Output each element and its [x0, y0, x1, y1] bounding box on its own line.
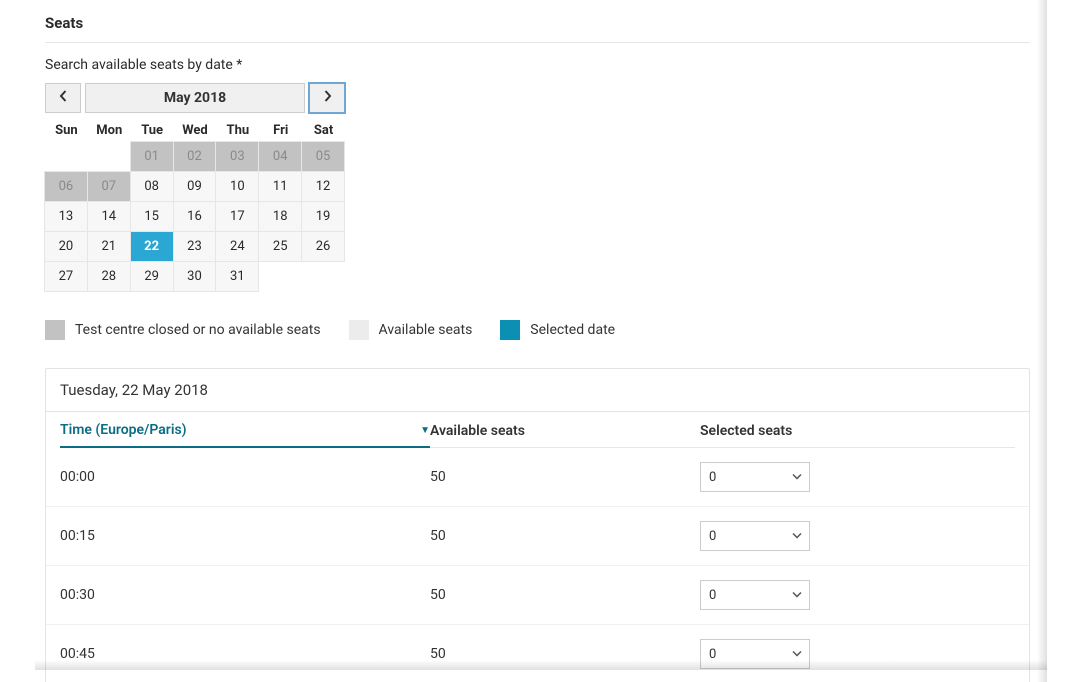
calendar: May 2018 SunMonTueWedThuFriSat 010203040…	[45, 83, 345, 292]
calendar-weekday: Thu	[216, 119, 259, 142]
slot-time: 00:00	[60, 469, 430, 485]
calendar-day[interactable]: 10	[215, 171, 259, 202]
calendar-header: May 2018	[45, 83, 345, 113]
calendar-day[interactable]: 28	[87, 261, 131, 292]
calendar-day[interactable]: 07	[87, 171, 131, 202]
calendar-day[interactable]: 06	[44, 171, 88, 202]
calendar-month-label: May 2018	[85, 83, 305, 113]
legend-available: Available seats	[349, 320, 473, 340]
legend-available-swatch	[349, 320, 369, 340]
calendar-day[interactable]: 15	[130, 201, 174, 232]
calendar-legend: Test centre closed or no available seats…	[45, 320, 1030, 340]
calendar-day[interactable]: 24	[215, 231, 259, 262]
slot-time: 00:15	[60, 528, 430, 544]
seats-page: Seats Search available seats by date * M…	[0, 0, 1075, 682]
calendar-day[interactable]: 23	[173, 231, 217, 262]
legend-selected-swatch	[500, 320, 520, 340]
calendar-day[interactable]: 13	[44, 201, 88, 232]
slot-time: 00:30	[60, 587, 430, 603]
slot-row: 00:00500	[46, 448, 1029, 506]
calendar-day[interactable]: 17	[215, 201, 259, 232]
calendar-day[interactable]: 11	[258, 171, 302, 202]
calendar-day[interactable]: 16	[173, 201, 217, 232]
calendar-weekday: Tue	[131, 119, 174, 142]
seats-select[interactable]: 0	[700, 462, 810, 492]
column-time-label: Time (Europe/Paris)	[60, 422, 187, 438]
slot-available: 50	[430, 469, 700, 485]
legend-selected: Selected date	[500, 320, 615, 340]
calendar-weekday: Sun	[45, 119, 88, 142]
slot-selected-cell: 0	[700, 580, 1015, 610]
calendar-day[interactable]: 26	[301, 231, 345, 262]
shadow-right	[1037, 0, 1047, 682]
calendar-day[interactable]: 27	[44, 261, 88, 292]
legend-selected-label: Selected date	[530, 322, 615, 338]
calendar-empty-cell	[87, 141, 131, 172]
slot-row: 00:45500	[46, 624, 1029, 682]
calendar-day[interactable]: 31	[215, 261, 259, 292]
search-label: Search available seats by date *	[45, 57, 1030, 73]
calendar-day[interactable]: 29	[130, 261, 174, 292]
calendar-weekday: Wed	[174, 119, 217, 142]
calendar-day[interactable]: 19	[301, 201, 345, 232]
calendar-prev-button[interactable]	[45, 83, 81, 113]
calendar-day[interactable]: 30	[173, 261, 217, 292]
calendar-day[interactable]: 18	[258, 201, 302, 232]
calendar-empty-cell	[44, 141, 88, 172]
calendar-day[interactable]: 12	[301, 171, 345, 202]
calendar-day[interactable]: 09	[173, 171, 217, 202]
slot-row: 00:30500	[46, 565, 1029, 624]
calendar-weekday: Sat	[302, 119, 345, 142]
slot-selected-cell: 0	[700, 521, 1015, 551]
slot-available: 50	[430, 587, 700, 603]
calendar-weekday: Mon	[88, 119, 131, 142]
caret-down-icon: ▼	[420, 425, 430, 436]
slot-row: 00:15500	[46, 506, 1029, 565]
slots-panel: Tuesday, 22 May 2018 Time (Europe/Paris)…	[45, 368, 1030, 682]
chevron-left-icon	[59, 90, 68, 106]
divider	[45, 42, 1030, 43]
slot-selected-cell: 0	[700, 462, 1015, 492]
legend-closed-swatch	[45, 320, 65, 340]
calendar-weekday-row: SunMonTueWedThuFriSat	[45, 119, 345, 142]
calendar-day[interactable]: 02	[173, 141, 217, 172]
calendar-day[interactable]: 25	[258, 231, 302, 262]
legend-available-label: Available seats	[379, 322, 473, 338]
calendar-day[interactable]: 01	[130, 141, 174, 172]
column-selected: Selected seats	[700, 423, 1015, 448]
calendar-day[interactable]: 03	[215, 141, 259, 172]
calendar-day[interactable]: 04	[258, 141, 302, 172]
calendar-next-button[interactable]	[309, 83, 345, 113]
seats-select[interactable]: 0	[700, 521, 810, 551]
calendar-day[interactable]: 21	[87, 231, 131, 262]
calendar-day[interactable]: 08	[130, 171, 174, 202]
calendar-day[interactable]: 20	[44, 231, 88, 262]
seats-select[interactable]: 0	[700, 580, 810, 610]
column-time[interactable]: Time (Europe/Paris) ▼	[60, 422, 430, 448]
calendar-day[interactable]: 14	[87, 201, 131, 232]
calendar-day[interactable]: 05	[301, 141, 345, 172]
slot-available: 50	[430, 528, 700, 544]
section-title: Seats	[45, 0, 1030, 42]
calendar-day[interactable]: 22	[130, 231, 174, 262]
calendar-weekday: Fri	[259, 119, 302, 142]
chevron-right-icon	[323, 90, 332, 106]
legend-closed: Test centre closed or no available seats	[45, 320, 321, 340]
shadow-bottom	[35, 660, 1047, 670]
legend-closed-label: Test centre closed or no available seats	[75, 322, 321, 338]
slots-date-heading: Tuesday, 22 May 2018	[46, 369, 1029, 412]
calendar-grid: 0102030405 06070809101112 13141516171819 20…	[45, 142, 345, 292]
slots-columns: Time (Europe/Paris) ▼ Available seats Se…	[46, 412, 1029, 448]
column-available: Available seats	[430, 423, 700, 448]
slots-body: 00:0050000:1550000:3050000:45500	[46, 448, 1029, 682]
